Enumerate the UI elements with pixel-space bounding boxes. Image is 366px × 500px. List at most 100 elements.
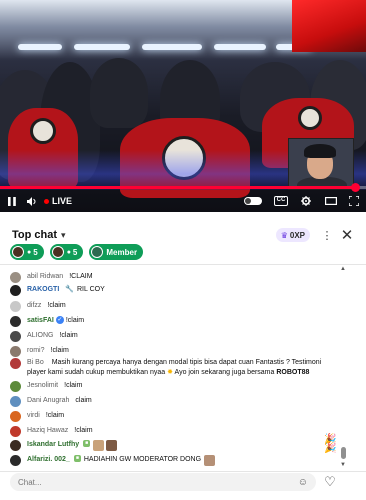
avatar	[10, 358, 21, 369]
avatar	[10, 316, 21, 327]
jacket-emblem	[30, 118, 56, 144]
stage-light	[214, 44, 266, 50]
chat-message[interactable]: difzz !claim	[10, 301, 340, 312]
chat-message[interactable]: RAKOGTI 🔧 RIL COY	[10, 285, 340, 296]
chat-header: Top chat ▾ ♛ 0XP ⋮ ✕	[0, 224, 366, 246]
chat-message[interactable]: Jesnolimit !claim	[10, 381, 340, 392]
message-author[interactable]: RAKOGTI	[27, 285, 59, 295]
avatar	[10, 285, 21, 296]
gift-icon: ●	[66, 248, 71, 256]
chat-mode-title[interactable]: Top chat	[12, 229, 57, 241]
kebab-icon[interactable]: ⋮	[320, 229, 334, 242]
message-text: !claim	[65, 317, 85, 324]
jacket-emblem	[298, 106, 322, 130]
message-text: claim	[75, 397, 92, 404]
avatar	[10, 331, 21, 342]
fullscreen-icon[interactable]	[348, 196, 360, 206]
emoji-icon[interactable]: ☺	[298, 477, 308, 488]
chevron-down-icon[interactable]: ▾	[61, 230, 66, 241]
message-author[interactable]: Bi Bo	[27, 359, 44, 366]
stage-light	[18, 44, 62, 50]
message-text: !claim	[64, 382, 83, 389]
video-player[interactable]: LIVE CC	[0, 0, 366, 212]
pause-icon[interactable]	[6, 196, 18, 206]
live-label[interactable]: LIVE	[52, 196, 72, 206]
pill-count: 5	[72, 247, 78, 257]
message-author[interactable]: Jesnolimit	[27, 381, 58, 391]
xp-badge[interactable]: ♛ 0XP	[275, 228, 310, 242]
message-author[interactable]: ALIONG	[27, 331, 53, 341]
progress-bar[interactable]	[0, 183, 366, 192]
chat-message[interactable]: ALIONG !claim	[10, 331, 340, 342]
message-author[interactable]: difzz	[27, 301, 41, 311]
chat-message[interactable]: satisFAI ✓ !claim	[10, 316, 340, 327]
chat-message[interactable]: abil Ridwan !CLAIM	[10, 272, 340, 283]
player-controls: LIVE CC	[0, 190, 366, 212]
heart-icon[interactable]: ♡	[322, 474, 338, 490]
chat-input-container[interactable]: ☺	[10, 473, 316, 491]
message-text: !claim	[47, 302, 66, 309]
live-dot	[44, 198, 49, 204]
verified-icon: ✓	[55, 316, 64, 324]
stage-screen	[292, 0, 366, 52]
webcam-hair	[304, 144, 336, 158]
scrollbar-thumb[interactable]	[341, 447, 346, 459]
message-text: RIL COY	[77, 286, 105, 293]
close-icon[interactable]: ✕	[340, 226, 354, 244]
pill-member[interactable]: Member	[89, 244, 144, 260]
message-author[interactable]: abil Ridwan	[27, 272, 63, 282]
message-text-bold: ROBOT88	[276, 369, 310, 376]
pill-gift-2[interactable]: ● 5	[49, 244, 84, 260]
divider	[0, 264, 366, 265]
avatar	[10, 346, 21, 357]
sticker-icon	[93, 440, 105, 451]
message-author[interactable]: Dani Anugrah	[27, 396, 69, 406]
message-text: !CLAIM	[69, 273, 93, 280]
chat-input[interactable]	[18, 477, 298, 487]
sparkle-icon: ✸	[167, 369, 173, 376]
chat-message[interactable]: Alfarizi. 002_ ■ HADIAHIN GW MODERATOR D…	[10, 455, 340, 466]
avatar	[10, 381, 21, 392]
avatar	[10, 411, 21, 422]
message-author[interactable]: satisFAI	[27, 316, 54, 326]
message-author[interactable]: Haziq Hawaz	[27, 426, 68, 436]
sticker-icon	[204, 455, 216, 466]
chat-message[interactable]: Iskandar Lutfhy ■	[10, 440, 340, 451]
avatar	[10, 301, 21, 312]
avatar	[10, 440, 21, 451]
message-text-cont: Ayo join sekarang juga bersama	[174, 369, 275, 376]
message-text: !claim	[50, 347, 69, 354]
theater-icon[interactable]	[324, 197, 338, 205]
pill-avatar	[12, 246, 24, 258]
chat-message[interactable]: virdi !claim	[10, 411, 340, 422]
volume-icon[interactable]	[26, 196, 38, 206]
captions-icon[interactable]: CC	[274, 196, 288, 206]
avatar	[10, 272, 21, 283]
pill-gift-1[interactable]: ● 5	[10, 244, 44, 260]
scroll-down-icon[interactable]: ▼	[340, 462, 346, 468]
message-text: !claim	[45, 412, 65, 419]
chat-message[interactable]: Haziq Hawaz !claim	[10, 426, 340, 437]
avatar	[10, 396, 21, 407]
chat-filter-pills: ● 5 ● 5 Member	[10, 244, 144, 262]
avatar	[10, 455, 21, 466]
gift-icon: ●	[27, 248, 32, 256]
pill-avatar	[51, 246, 64, 258]
chat-message[interactable]: Bi Bo Masih kurang percaya hanya dengan …	[10, 358, 336, 378]
sticker-icon	[106, 440, 118, 451]
scroll-up-icon[interactable]: ▲	[340, 266, 346, 272]
member-badge-icon: ■	[73, 455, 81, 462]
message-author[interactable]: Alfarizi. 002_	[27, 455, 70, 465]
message-author[interactable]: virdi	[27, 411, 40, 421]
gear-icon[interactable]	[300, 196, 312, 206]
pill-avatar	[91, 246, 104, 258]
message-text: !claim	[59, 332, 78, 339]
chat-message-list[interactable]: abil Ridwan !CLAIM RAKOGTI 🔧 RIL COY dif…	[0, 266, 366, 471]
chat-message[interactable]: Dani Anugrah claim	[10, 396, 340, 407]
autoplay-toggle[interactable]	[244, 197, 262, 205]
message-author[interactable]: Iskandar Lutfhy	[27, 440, 79, 450]
streamer-webcam	[288, 138, 354, 190]
message-author[interactable]: romi?	[27, 346, 45, 356]
chat-message[interactable]: romi? !claim	[10, 346, 340, 357]
wrench-icon: 🔧	[65, 286, 74, 293]
